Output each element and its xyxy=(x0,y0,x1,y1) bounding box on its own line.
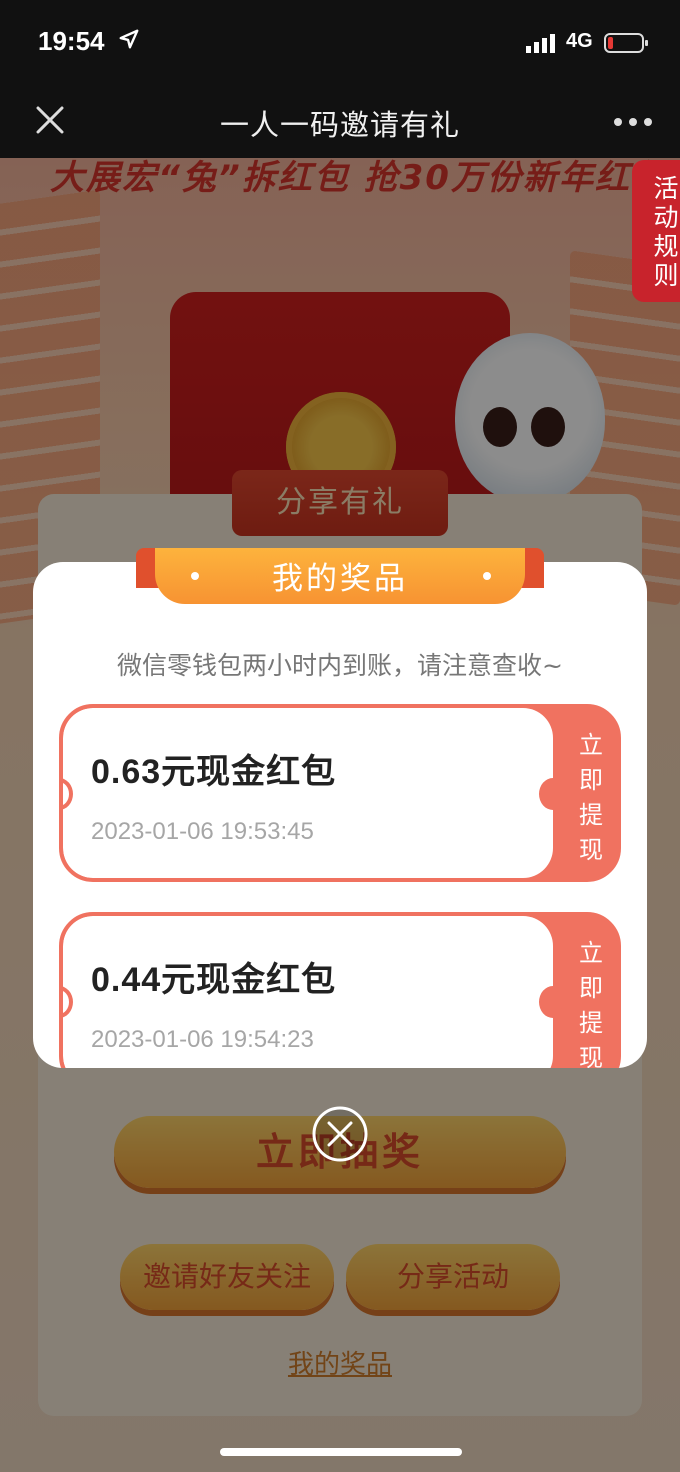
modal-subtitle: 微信零钱包两小时内到账，请注意查收~ xyxy=(117,651,563,680)
page-title: 一人一码邀请有礼 xyxy=(219,108,460,142)
prize-time: 2023-01-06 19:54:23 xyxy=(91,1026,314,1053)
my-prizes-modal: 微信零钱包两小时内到账，请注意查收~ 0.63元现金红包 2023-01-06 … xyxy=(33,562,647,1068)
prize-card-body: 0.63元现金红包 2023-01-06 19:53:45 xyxy=(63,708,553,878)
battery-low-icon xyxy=(604,33,648,53)
prize-time: 2023-01-06 19:53:45 xyxy=(91,818,314,845)
activity-rules-tab[interactable]: 活动规则 xyxy=(632,160,680,302)
ticket-notch xyxy=(539,986,567,1018)
withdraw-button[interactable]: 立即提现 xyxy=(571,936,611,1068)
signal-icon xyxy=(526,34,555,53)
prize-card: 0.44元现金红包 2023-01-06 19:54:23 立即提现 xyxy=(59,912,621,1068)
modal-close-icon[interactable] xyxy=(311,1105,369,1163)
withdraw-button[interactable]: 立即提现 xyxy=(571,728,611,868)
prize-amount: 0.44元现金红包 xyxy=(91,961,337,999)
ticket-notch xyxy=(539,778,567,810)
modal-title: 我的奖品 xyxy=(272,561,408,597)
ribbon-dot xyxy=(483,572,491,580)
nav-bar: 一人一码邀请有礼 xyxy=(0,86,680,158)
prize-card-body: 0.44元现金红包 2023-01-06 19:54:23 xyxy=(63,916,553,1068)
prize-card: 0.63元现金红包 2023-01-06 19:53:45 立即提现 xyxy=(59,704,621,882)
ribbon-dot xyxy=(191,572,199,580)
location-arrow-icon xyxy=(119,29,139,49)
status-bar: 19:54 4G xyxy=(0,0,680,86)
prize-amount: 0.63元现金红包 xyxy=(91,753,337,791)
status-time: 19:54 xyxy=(38,26,105,56)
more-options-icon[interactable] xyxy=(608,108,658,136)
network-type: 4G xyxy=(566,30,593,52)
home-indicator xyxy=(220,1448,462,1456)
modal-title-ribbon: 我的奖品 xyxy=(155,548,525,604)
